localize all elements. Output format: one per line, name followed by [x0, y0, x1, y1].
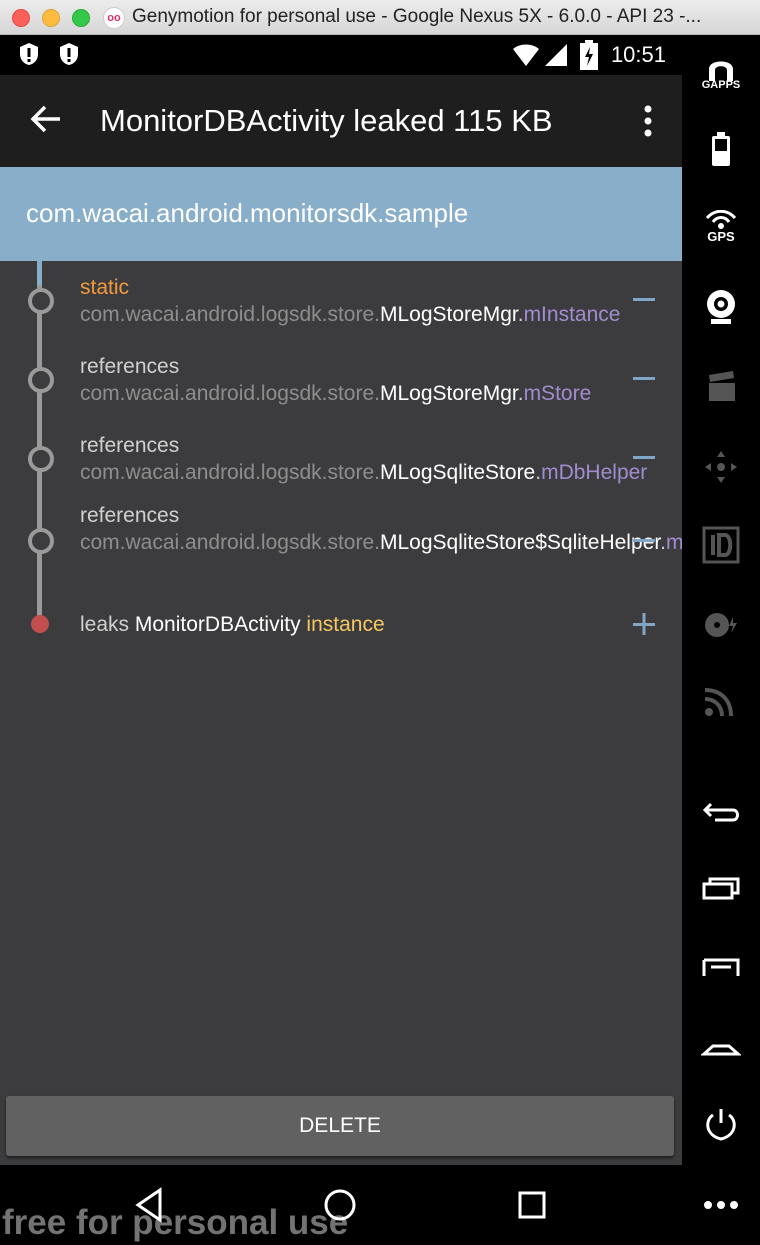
row-package: com.wacai.android.logsdk.store.	[80, 303, 380, 326]
android-nav-bar: free for personal use	[0, 1165, 682, 1245]
webcam-icon[interactable]	[701, 287, 741, 327]
dpad-icon[interactable]	[701, 447, 741, 487]
timeline-top	[37, 261, 42, 285]
leak-node	[31, 615, 49, 633]
row-prefix: references	[80, 355, 180, 378]
close-window-button[interactable]	[12, 9, 30, 27]
row-prefix: references	[80, 504, 180, 527]
wifi-icon	[513, 44, 539, 66]
row-class: MLogSqliteStore	[379, 461, 536, 484]
disk-io-icon[interactable]	[701, 605, 741, 645]
row-field: mContext	[666, 531, 682, 554]
row-package: com.wacai.android.logsdk.store.	[80, 382, 380, 405]
back-button-icon[interactable]	[701, 792, 741, 832]
window-title: Genymotion for personal use - Google Nex…	[132, 6, 702, 27]
collapse-icon[interactable]	[632, 445, 656, 469]
status-bar: 10:51	[0, 35, 682, 75]
shield-alert-icon	[60, 43, 78, 65]
status-clock: 10:51	[610, 42, 666, 67]
shield-alert-icon	[20, 43, 38, 65]
genymotion-logo-icon: oo	[103, 7, 125, 29]
recent-apps-icon[interactable]	[701, 870, 741, 910]
battery-charging-icon	[580, 40, 598, 70]
minimize-window-button[interactable]	[42, 9, 60, 27]
page-title: MonitorDBActivity leaked 115 KB	[100, 103, 553, 138]
watermark: free for personal use	[2, 1203, 349, 1242]
expand-icon[interactable]	[632, 612, 656, 636]
overflow-menu-icon[interactable]	[636, 103, 660, 139]
gapps-label: GAPPS	[701, 79, 741, 91]
row-class: MLogStoreMgr	[379, 382, 518, 405]
battery-icon[interactable]	[701, 130, 741, 170]
row-prefix: references	[80, 434, 180, 457]
device-id-icon[interactable]	[701, 525, 741, 565]
leak-trace-row[interactable]: references com.wacai.android.logsdk.stor…	[80, 502, 682, 556]
emulator-sidebar: GAPPS GPS	[682, 35, 760, 1245]
leak-trace-row[interactable]: references com.wacai.android.logsdk.stor…	[80, 432, 647, 486]
collapse-icon[interactable]	[632, 366, 656, 390]
row-field: mInstance	[523, 303, 621, 326]
timeline-line	[37, 261, 42, 625]
row-class: MLogStoreMgr	[379, 303, 518, 326]
row-suffix: instance	[306, 613, 385, 636]
trace-node	[28, 367, 54, 393]
zoom-window-button[interactable]	[72, 9, 90, 27]
leak-trace-row[interactable]: references com.wacai.android.logsdk.stor…	[80, 353, 610, 407]
trace-node	[28, 528, 54, 554]
gps-label: GPS	[707, 229, 735, 244]
signal-icon	[545, 44, 567, 66]
window-title-bar: oo Genymotion for personal use - Google …	[0, 0, 760, 35]
more-options-icon[interactable]	[701, 1185, 741, 1225]
row-package: com.wacai.android.logsdk.store.	[80, 461, 380, 484]
back-arrow-icon[interactable]	[28, 101, 64, 137]
collapse-icon[interactable]	[632, 528, 656, 552]
android-screen: 10:51 MonitorDBActivity leaked 115 KB co…	[0, 35, 682, 1245]
row-prefix: static	[80, 276, 130, 299]
collapse-icon[interactable]	[632, 287, 656, 311]
video-capture-icon[interactable]	[701, 367, 741, 407]
package-name: com.wacai.android.monitorsdk.sample	[26, 198, 469, 228]
leak-trace-row[interactable]: static com.wacai.android.logsdk.store.ML…	[80, 274, 620, 328]
trace-node	[28, 288, 54, 314]
menu-icon[interactable]	[701, 950, 741, 990]
delete-button[interactable]: DELETE	[6, 1096, 674, 1156]
nav-recents-icon[interactable]	[512, 1185, 552, 1225]
leak-trace-row[interactable]: leaks MonitorDBActivity instance	[80, 611, 610, 638]
power-icon[interactable]	[701, 1105, 741, 1145]
row-class: MonitorDBActivity	[134, 613, 301, 636]
row-class: MLogSqliteStore$SqliteHelper	[379, 531, 661, 554]
cast-icon[interactable]	[701, 680, 741, 720]
package-header: com.wacai.android.monitorsdk.sample	[0, 167, 682, 261]
row-field: mStore	[523, 382, 592, 405]
app-bar: MonitorDBActivity leaked 115 KB	[0, 75, 682, 167]
row-package: com.wacai.android.logsdk.store.	[80, 531, 380, 554]
trace-node	[28, 446, 54, 472]
row-prefix: leaks	[80, 613, 130, 636]
home-button-icon[interactable]	[701, 1028, 741, 1068]
